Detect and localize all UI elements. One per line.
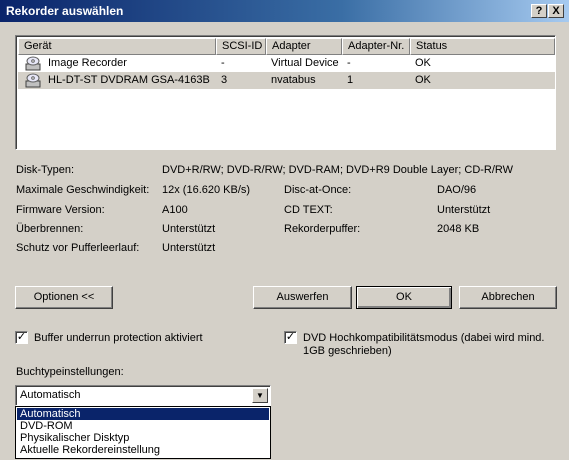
- dvd-compat-label-line1: DVD Hochkompatibilitätsmodus (dabei wird…: [303, 332, 545, 344]
- underrun-value: Unterstützt: [162, 242, 216, 254]
- cdtext-value: Unterstützt: [437, 204, 491, 216]
- column-header-device[interactable]: Gerät: [18, 38, 216, 55]
- adapter: nvatabus: [271, 74, 316, 86]
- recorder-list[interactable]: Gerät SCSI-ID Adapter Adapter-Nr. Status…: [15, 35, 556, 150]
- overburn-label: Überbrennen:: [16, 223, 84, 235]
- firmware-label: Firmware Version:: [16, 204, 105, 216]
- firmware-value: A100: [162, 204, 188, 216]
- title-bar: Rekorder auswählen ? X: [0, 0, 569, 22]
- booktype-label: Buchtypeinstellungen:: [16, 366, 124, 378]
- eject-button[interactable]: Auswerfen: [253, 286, 352, 309]
- recorder-icon: [25, 56, 41, 71]
- buffer-underrun-label: Buffer underrun protection aktiviert: [34, 332, 203, 344]
- cdtext-label: CD TEXT:: [284, 204, 333, 216]
- close-button[interactable]: X: [548, 4, 564, 18]
- dvd-compat-checkbox[interactable]: ✓: [284, 331, 297, 344]
- overburn-value: Unterstützt: [162, 223, 216, 235]
- device-name: HL-DT-ST DVDRAM GSA-4163B: [48, 74, 210, 86]
- underrun-label: Schutz vor Pufferleerlauf:: [16, 242, 140, 254]
- booktype-selected-value: Automatisch: [20, 389, 81, 401]
- table-row[interactable]: HL-DT-ST DVDRAM GSA-4163B 3 nvatabus 1 O…: [18, 72, 555, 89]
- max-speed-label: Maximale Geschwindigkeit:: [16, 184, 150, 196]
- column-header-adapter[interactable]: Adapter: [266, 38, 342, 55]
- max-speed-value: 12x (16.620 KB/s): [162, 184, 251, 196]
- dao-label: Disc-at-Once:: [284, 184, 352, 196]
- column-header-status[interactable]: Status: [410, 38, 555, 55]
- column-header-adapter-nr[interactable]: Adapter-Nr.: [342, 38, 410, 55]
- booktype-select[interactable]: Automatisch ▼: [15, 385, 271, 406]
- ok-button[interactable]: OK: [356, 286, 452, 309]
- chevron-down-icon[interactable]: ▼: [252, 388, 268, 403]
- scsi-id: -: [221, 57, 225, 69]
- booktype-option-automatic[interactable]: Automatisch: [17, 408, 269, 420]
- cancel-button[interactable]: Abbrechen: [459, 286, 557, 309]
- booktype-option-current[interactable]: Aktuelle Rekordereinstellung: [17, 444, 269, 456]
- list-header: Gerät SCSI-ID Adapter Adapter-Nr. Status: [18, 38, 555, 55]
- disk-types-label: Disk-Typen:: [16, 164, 75, 176]
- column-header-scsi-id[interactable]: SCSI-ID: [216, 38, 266, 55]
- table-row[interactable]: Image Recorder - Virtual Device - OK: [18, 55, 555, 72]
- status: OK: [415, 57, 431, 69]
- options-button[interactable]: Optionen <<: [15, 286, 113, 309]
- booktype-option-physical[interactable]: Physikalischer Disktyp: [17, 432, 269, 444]
- dvd-compat-label-line2: 1GB geschrieben): [303, 345, 392, 357]
- buffer-label: Rekorderpuffer:: [284, 223, 361, 235]
- help-button[interactable]: ?: [531, 4, 547, 18]
- disk-types-value: DVD+R/RW; DVD-R/RW; DVD-RAM; DVD+R9 Doub…: [162, 164, 514, 176]
- buffer-underrun-checkbox[interactable]: ✓: [15, 331, 28, 344]
- adapter-nr: -: [347, 57, 351, 69]
- buffer-value: 2048 KB: [437, 223, 480, 235]
- adapter-nr: 1: [347, 74, 354, 86]
- booktype-option-dvd-rom[interactable]: DVD-ROM: [17, 420, 269, 432]
- dao-value: DAO/96: [437, 184, 477, 196]
- device-name: Image Recorder: [48, 57, 127, 69]
- scsi-id: 3: [221, 74, 228, 86]
- recorder-icon: [25, 73, 41, 88]
- booktype-dropdown-list[interactable]: Automatisch DVD-ROM Physikalischer Diskt…: [15, 406, 271, 459]
- window-title: Rekorder auswählen: [6, 4, 124, 18]
- adapter: Virtual Device: [271, 57, 339, 69]
- status: OK: [415, 74, 431, 86]
